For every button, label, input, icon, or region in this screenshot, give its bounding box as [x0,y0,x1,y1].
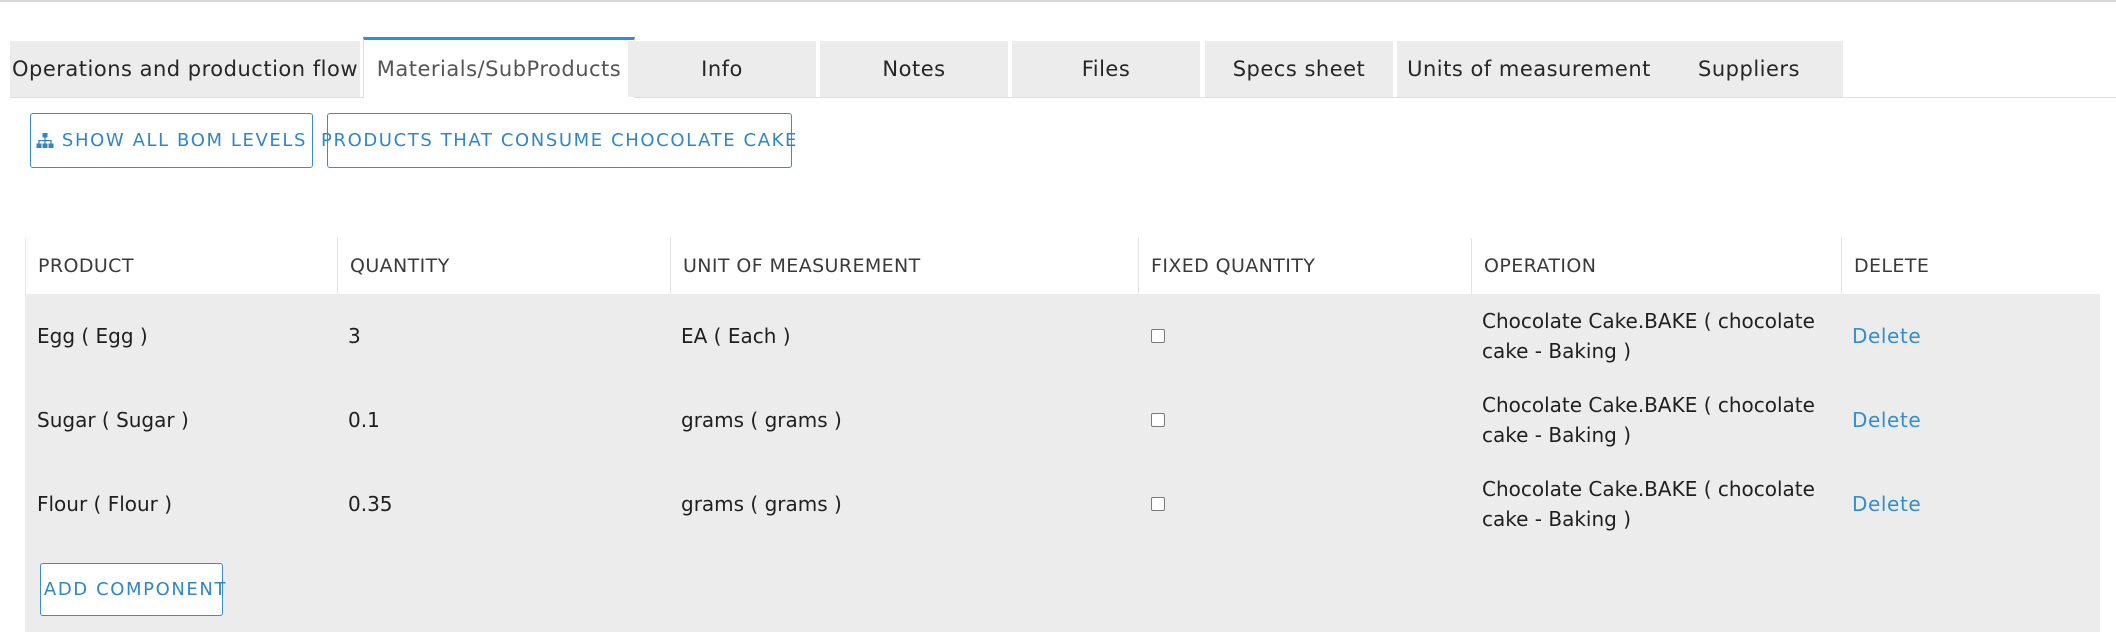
header-delete: DELETE [1841,238,2101,294]
materials-table: PRODUCT QUANTITY UNIT OF MEASUREMENT FIX… [25,238,2100,632]
product-cell: Egg ( Egg ) [37,324,148,348]
add-component-label: ADD COMPONENT [43,579,228,600]
quantity-cell: 0.35 [348,492,393,516]
fixed-quantity-cell [1137,462,1470,546]
quantity-cell: 3 [348,324,361,348]
table-header: PRODUCT QUANTITY UNIT OF MEASUREMENT FIX… [25,238,2100,294]
tab-suppliers[interactable]: Suppliers [1655,41,1843,97]
top-border [0,0,2116,2]
fixed-quantity-cell [1137,378,1470,462]
operation-cell: Chocolate Cake.BAKE ( chocolate cake - B… [1482,393,1815,447]
delete-link[interactable]: Delete [1852,492,1921,516]
delete-cell: Delete [1840,294,2100,378]
fixed-quantity-checkbox[interactable] [1151,329,1165,343]
tab-materials-subproducts[interactable]: Materials/SubProducts [363,37,635,98]
header-quantity: QUANTITY [337,238,670,294]
header-unit: UNIT OF MEASUREMENT [670,238,1138,294]
unit-cell: grams ( grams ) [681,492,842,516]
operation-cell: Chocolate Cake.BAKE ( chocolate cake - B… [1482,309,1815,363]
delete-cell: Delete [1840,462,2100,546]
table-body: Egg ( Egg ) 3 EA ( Each ) Chocolate Cake… [25,294,2100,632]
products-that-consume-label: PRODUCTS THAT CONSUME CHOCOLATE CAKE [321,130,798,151]
tab-operations[interactable]: Operations and production flow [10,41,360,97]
show-all-bom-levels-button[interactable]: SHOW ALL BOM LEVELS [30,113,313,168]
products-that-consume-button[interactable]: PRODUCTS THAT CONSUME CHOCOLATE CAKE [321,113,796,168]
tab-notes[interactable]: Notes [820,41,1008,97]
header-product: PRODUCT [38,255,134,277]
table-row: Flour ( Flour ) 0.35 grams ( grams ) Cho… [25,462,2100,546]
table-row: Sugar ( Sugar ) 0.1 grams ( grams ) Choc… [25,378,2100,462]
tab-info[interactable]: Info [628,41,816,97]
unit-cell: EA ( Each ) [681,324,791,348]
sitemap-icon [36,132,54,148]
fixed-quantity-checkbox[interactable] [1151,497,1165,511]
tab-bar: Operations and production flow Materials… [10,37,2116,98]
delete-link[interactable]: Delete [1852,324,1921,348]
header-operation: OPERATION [1471,238,1841,294]
add-component-button[interactable]: ADD COMPONENT [40,563,225,616]
tab-specs-sheet[interactable]: Specs sheet [1205,41,1393,97]
delete-cell: Delete [1840,378,2100,462]
operation-cell: Chocolate Cake.BAKE ( chocolate cake - B… [1482,477,1815,531]
delete-link[interactable]: Delete [1852,408,1921,432]
header-fixed-quantity: FIXED QUANTITY [1138,238,1471,294]
tab-units-of-measurement[interactable]: Units of measurement [1397,41,1661,97]
product-cell: Sugar ( Sugar ) [37,408,189,432]
show-all-bom-levels-label: SHOW ALL BOM LEVELS [61,130,308,151]
quantity-cell: 0.1 [348,408,380,432]
tab-files[interactable]: Files [1012,41,1200,97]
fixed-quantity-cell [1137,294,1470,378]
unit-cell: grams ( grams ) [681,408,842,432]
product-cell: Flour ( Flour ) [37,492,173,516]
fixed-quantity-checkbox[interactable] [1151,413,1165,427]
table-row: Egg ( Egg ) 3 EA ( Each ) Chocolate Cake… [25,294,2100,378]
